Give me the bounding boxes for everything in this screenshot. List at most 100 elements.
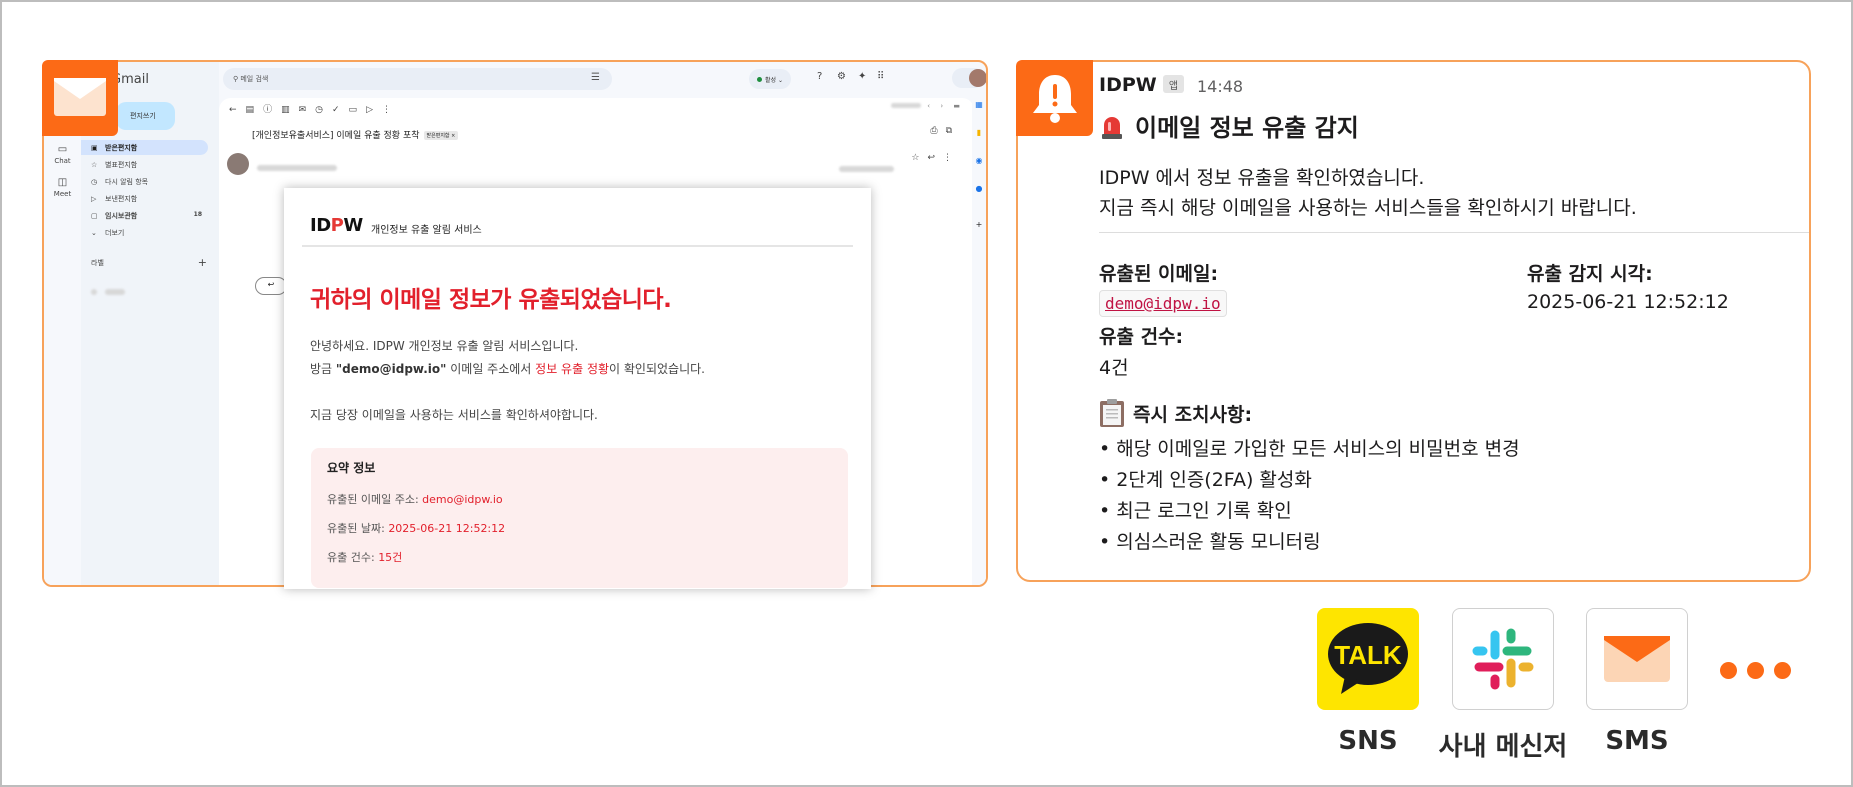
siren-icon: [1102, 117, 1122, 139]
nav-drafts[interactable]: ▢ 임시보관함 18: [81, 208, 208, 223]
status-chip[interactable]: 활성 ⌄: [749, 69, 791, 89]
label-icon[interactable]: ▷: [366, 105, 382, 115]
inbox-icon: ▣: [91, 144, 98, 152]
more-vert-icon[interactable]: ⋮: [382, 105, 400, 115]
email-body-card: IDPW 개인정보 유출 알림 서비스 귀하의 이메일 정보가 유출되었습니다.…: [284, 188, 871, 589]
sender-name: [257, 156, 337, 171]
sender-avatar: [227, 153, 249, 175]
open-new-icon[interactable]: ⧉: [946, 126, 960, 136]
nav-starred[interactable]: ☆ 별표편지함: [81, 157, 208, 172]
gear-icon[interactable]: ⚙: [837, 71, 846, 82]
more-vert-icon[interactable]: ⋮: [943, 153, 960, 163]
contacts-icon[interactable]: ●: [972, 184, 986, 193]
clipboard-icon: [1100, 399, 1124, 427]
tasks-icon[interactable]: ◉: [972, 156, 986, 165]
search-input[interactable]: ⚲ 메일 검색 ☰: [223, 68, 612, 90]
email-paragraph-2: 방금 "demo@idpw.io" 이메일 주소에서 정보 유출 정황이 확인되…: [310, 362, 705, 376]
count-value: 4건: [1099, 357, 1129, 379]
snooze-icon[interactable]: ◷: [315, 105, 332, 115]
apps-grid-icon[interactable]: ⠿: [877, 71, 884, 82]
add-label-icon[interactable]: +: [198, 256, 207, 269]
detect-time-label: 유출 감지 시각:: [1527, 263, 1653, 285]
reply-button[interactable]: ↩: [255, 277, 287, 295]
message-line-2: 지금 즉시 해당 이메일을 사용하는 서비스들을 확인하시기 바랍니다.: [1099, 197, 1637, 219]
slack-app-name[interactable]: IDPW: [1099, 74, 1157, 96]
more-channels-icon: [1720, 662, 1801, 683]
summary-row: 유출된 날짜: 2025-06-21 12:52:12: [327, 522, 506, 535]
gmail-left-rail: ▭ Chat ◫ Meet: [44, 62, 81, 585]
gmail-sidebar: 편지쓰기 ▣ 받은편지함 ☆ 별표편지함 ◷ 다시 알림 항목 ▷ 보낸편지함 ▢ 임시보…: [81, 62, 219, 585]
slack-icon[interactable]: [1452, 608, 1554, 710]
star-icon[interactable]: ☆: [911, 153, 927, 163]
label-item[interactable]: [91, 280, 207, 295]
message-toolbar: ←▤ⓘ▥✉◷✓▭▷⋮: [229, 102, 400, 115]
email-paragraph-1: 안녕하세요. IDPW 개인정보 유출 알림 서비스입니다.: [310, 339, 579, 353]
send-icon: ▷: [91, 195, 97, 203]
detect-time-value: 2025-06-21 12:52:12: [1527, 291, 1729, 313]
draft-icon: ▢: [91, 212, 98, 220]
keep-icon[interactable]: ▮: [972, 128, 986, 137]
delete-icon[interactable]: ▥: [281, 105, 299, 115]
sparkle-icon[interactable]: ✦: [858, 71, 866, 82]
channel-label-messenger: 사내 메신저: [1438, 732, 1568, 762]
reply-icon[interactable]: ↩: [927, 153, 943, 163]
alert-title: 이메일 정보 유출 감지: [1099, 108, 1359, 143]
channel-label-sns: SNS: [1338, 726, 1398, 756]
prev-icon[interactable]: ‹: [927, 102, 934, 110]
print-icon[interactable]: ⎙: [930, 126, 945, 136]
rail-chat[interactable]: ▭ Chat: [44, 144, 81, 165]
message-date: [839, 157, 894, 172]
pager: ‹ › ▬: [891, 102, 964, 110]
nav-inbox[interactable]: ▣ 받은편지함: [81, 140, 208, 155]
compose-button[interactable]: 편지쓰기: [116, 102, 175, 130]
sms-mail-icon[interactable]: [1586, 608, 1688, 710]
labels-heading: 라벨 +: [91, 256, 207, 269]
kakaotalk-icon[interactable]: TALK: [1317, 608, 1419, 710]
video-icon: ◫: [57, 177, 68, 188]
add-addon-icon[interactable]: +: [972, 220, 986, 229]
actions-heading: 즉시 조치사항:: [1099, 398, 1252, 428]
brand-subtitle: 개인정보 유출 알림 서비스: [371, 225, 482, 236]
summary-title: 요약 정보: [327, 461, 376, 475]
view-icon[interactable]: ▬: [953, 102, 964, 110]
action-item: • 의심스러운 활동 모니터링: [1099, 531, 1321, 553]
idpw-logo: IDPW: [310, 215, 363, 236]
nav-sent[interactable]: ▷ 보낸편지함: [81, 191, 208, 206]
avatar[interactable]: [969, 69, 986, 87]
clock-icon: ◷: [91, 178, 98, 186]
help-icon[interactable]: ?: [817, 71, 822, 82]
email-subject: [개인정보유출서비스] 이메일 유출 정황 포착 받은편지함 ×: [252, 128, 459, 141]
bell-icon: [1016, 60, 1093, 136]
action-item: • 최근 로그인 기록 확인: [1099, 500, 1292, 522]
nav-more[interactable]: ⌄ 더보기: [81, 225, 208, 240]
next-icon[interactable]: ›: [940, 102, 947, 110]
report-icon[interactable]: ⓘ: [263, 105, 281, 115]
app-badge: 앱: [1163, 75, 1184, 93]
nav-snoozed[interactable]: ◷ 다시 알림 항목: [81, 174, 208, 189]
rail-meet[interactable]: ◫ Meet: [44, 177, 81, 198]
gmail-topbar: ⚲ 메일 검색 ☰ 활성 ⌄ ? ⚙ ✦ ⠿: [219, 62, 986, 98]
email-paragraph-3: 지금 당장 이메일을 사용하는 서비스를 확인하셔야합니다.: [310, 408, 598, 422]
search-options-icon[interactable]: ☰: [591, 72, 600, 83]
leaked-email-value[interactable]: demo@idpw.io: [1099, 290, 1227, 317]
svg-text:TALK: TALK: [1334, 640, 1402, 670]
message-time[interactable]: 14:48: [1197, 77, 1243, 96]
mail-icon: [42, 60, 118, 136]
action-item: • 2단계 인증(2FA) 활성화: [1099, 469, 1312, 491]
message-line-1: IDPW 에서 정보 유출을 확인하였습니다.: [1099, 167, 1425, 189]
task-icon[interactable]: ✓: [332, 105, 349, 115]
calendar-icon[interactable]: ▦: [972, 100, 986, 109]
chevron-down-icon: ⌄: [91, 229, 97, 237]
summary-box: 요약 정보 유출된 이메일 주소: demo@idpw.io 유출된 날짜: 2…: [311, 448, 848, 588]
mark-unread-icon[interactable]: ✉: [299, 105, 316, 115]
summary-row: 유출된 이메일 주소: demo@idpw.io: [327, 493, 503, 506]
back-arrow-icon[interactable]: ←: [229, 105, 246, 115]
chat-icon: ▭: [57, 144, 68, 155]
divider: [302, 245, 853, 247]
move-icon[interactable]: ▭: [349, 105, 367, 115]
divider: [1099, 232, 1809, 233]
side-panel-rail: ▦ ▮ ◉ ● +: [972, 98, 986, 585]
inbox-tag[interactable]: 받은편지함 ×: [423, 131, 459, 140]
archive-icon[interactable]: ▤: [246, 105, 264, 115]
count-label: 유출 건수:: [1099, 326, 1184, 348]
